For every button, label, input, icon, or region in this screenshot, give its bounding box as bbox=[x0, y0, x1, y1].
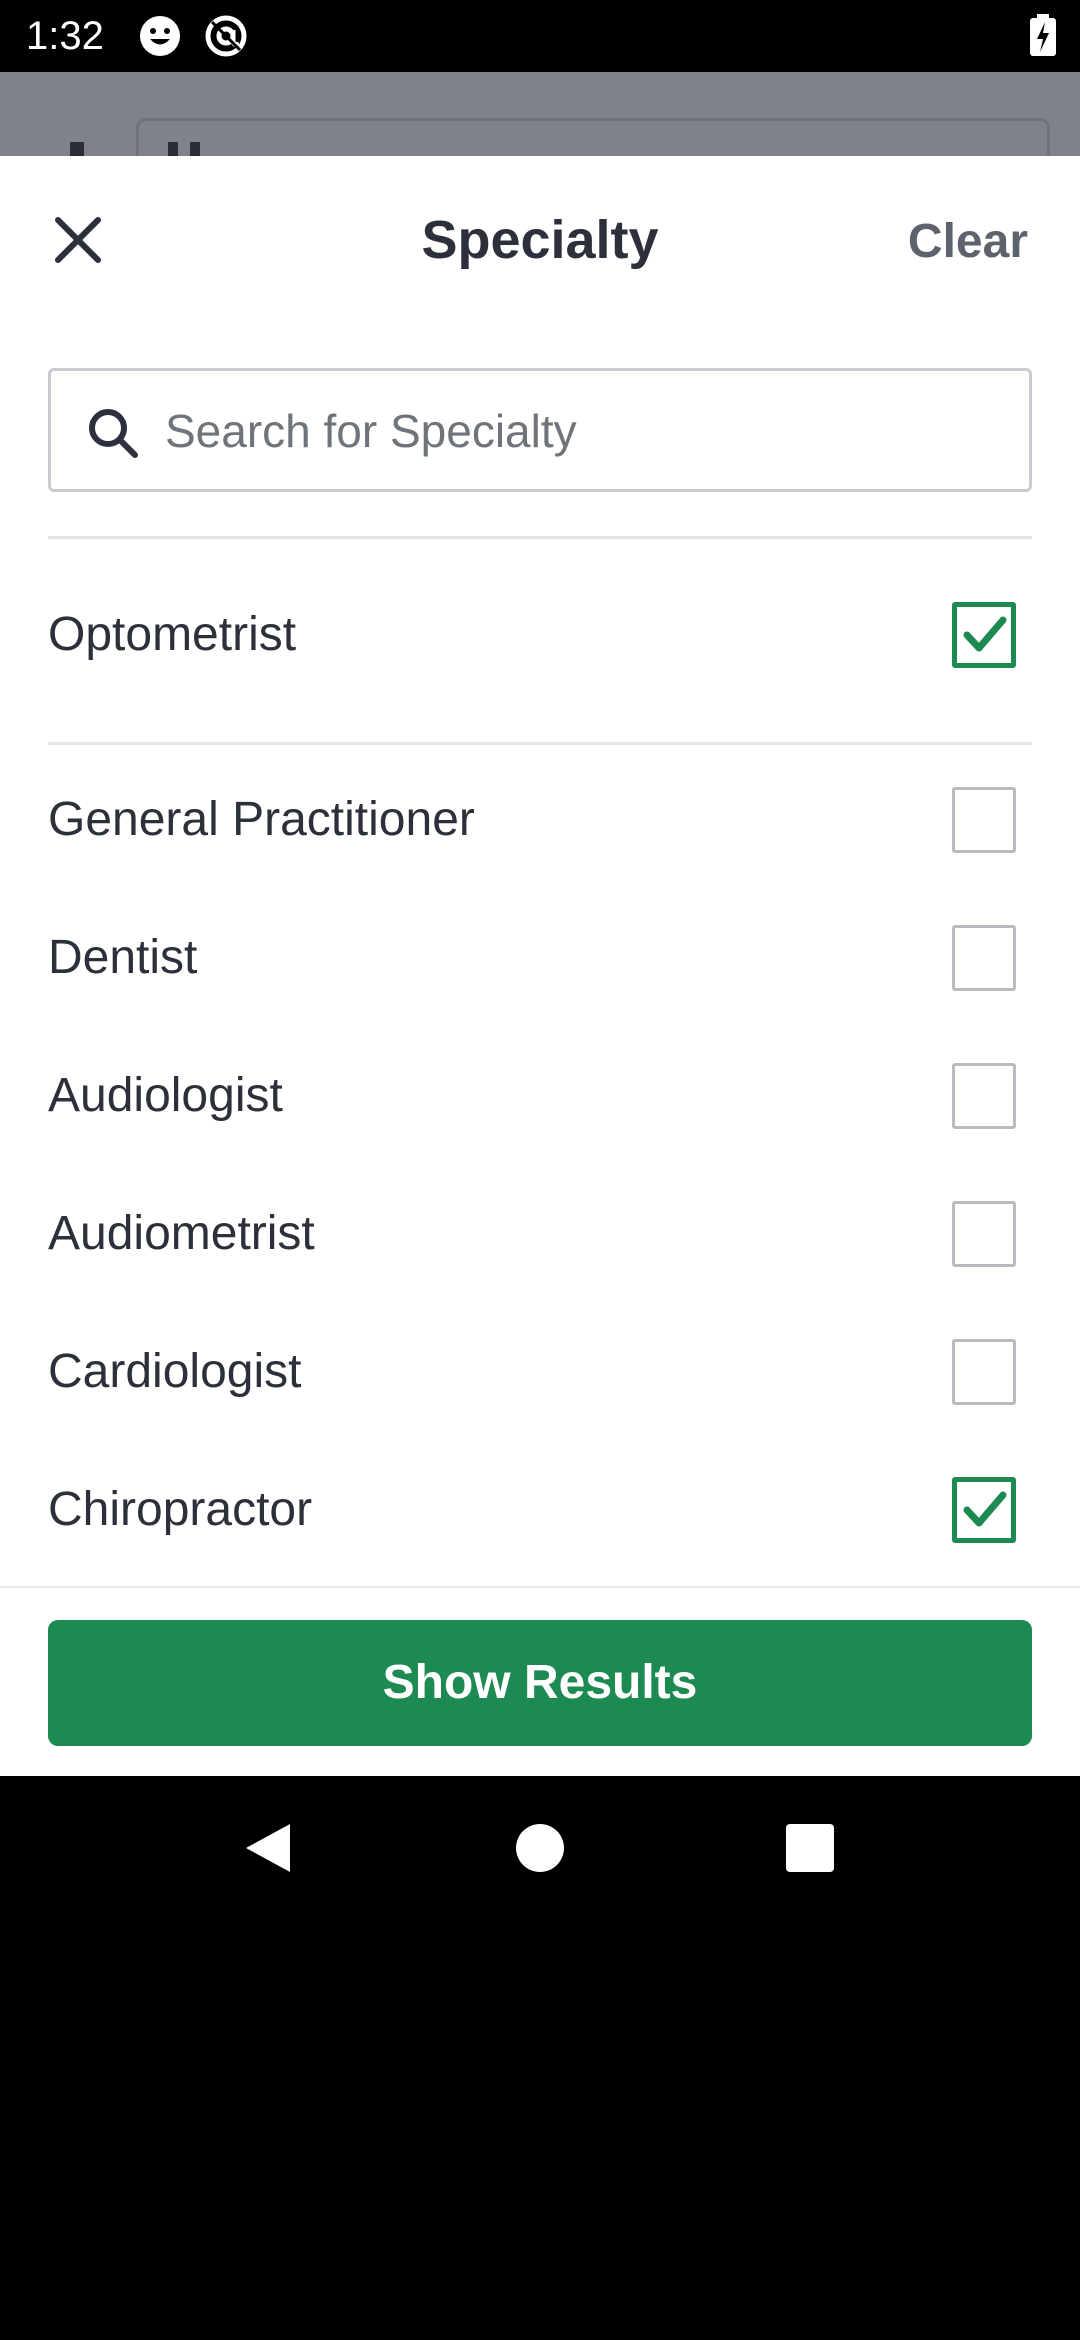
checkbox-checked[interactable] bbox=[952, 1477, 1016, 1543]
footer-divider bbox=[0, 1586, 1080, 1588]
checkmark-icon bbox=[963, 1491, 1007, 1527]
background-glyph bbox=[168, 142, 178, 156]
option-row-audiometrist[interactable]: Audiometrist bbox=[0, 1165, 1080, 1303]
option-label: Audiometrist bbox=[48, 1207, 315, 1260]
option-label: Optometrist bbox=[48, 608, 297, 661]
checkmark-icon bbox=[963, 616, 1007, 652]
option-row-chiropractor[interactable]: Chiropractor bbox=[0, 1441, 1080, 1579]
option-row-cardiologist[interactable]: Cardiologist bbox=[0, 1303, 1080, 1441]
at-sign-icon bbox=[205, 15, 247, 57]
clear-button[interactable]: Clear bbox=[908, 208, 1028, 276]
option-row-optometrist[interactable]: Optometrist bbox=[0, 566, 1080, 704]
options-list: Optometrist General Practitioner Dentist… bbox=[0, 536, 1080, 1696]
checkbox[interactable] bbox=[952, 1339, 1016, 1405]
search-input[interactable] bbox=[165, 393, 985, 469]
navigation-bar bbox=[0, 1776, 1080, 1920]
option-row-audiologist[interactable]: Audiologist bbox=[0, 1027, 1080, 1165]
option-label: Dentist bbox=[48, 931, 198, 984]
status-bar: 1:32 bbox=[0, 0, 1080, 72]
checkbox[interactable] bbox=[952, 787, 1016, 853]
search-box[interactable] bbox=[48, 368, 1032, 492]
battery-charging-icon bbox=[1030, 14, 1056, 56]
option-label: Audiologist bbox=[48, 1069, 283, 1122]
status-time: 1:32 bbox=[26, 14, 104, 58]
checkbox[interactable] bbox=[952, 925, 1016, 991]
option-row-dentist[interactable]: Dentist bbox=[0, 889, 1080, 1027]
recents-icon[interactable] bbox=[782, 1820, 838, 1876]
smiley-icon bbox=[140, 16, 180, 56]
back-icon[interactable] bbox=[240, 1820, 296, 1876]
divider bbox=[48, 742, 1032, 745]
checkbox[interactable] bbox=[952, 1201, 1016, 1267]
search-icon bbox=[89, 409, 138, 458]
background-glyph bbox=[190, 142, 200, 156]
show-results-button[interactable]: Show Results bbox=[48, 1620, 1032, 1746]
background-search-field bbox=[136, 118, 1050, 156]
checkbox[interactable] bbox=[952, 1063, 1016, 1129]
checkbox-checked[interactable] bbox=[952, 602, 1016, 668]
background-glyph bbox=[70, 142, 84, 156]
specialty-filter-sheet: Specialty Clear Optometrist General Prac… bbox=[0, 156, 1080, 1776]
option-row-general-practitioner[interactable]: General Practitioner bbox=[0, 751, 1080, 889]
background-page bbox=[0, 72, 1080, 156]
option-label: Cardiologist bbox=[48, 1345, 302, 1398]
home-icon[interactable] bbox=[512, 1820, 568, 1876]
option-label: General Practitioner bbox=[48, 793, 475, 846]
option-label: Chiropractor bbox=[48, 1483, 313, 1536]
